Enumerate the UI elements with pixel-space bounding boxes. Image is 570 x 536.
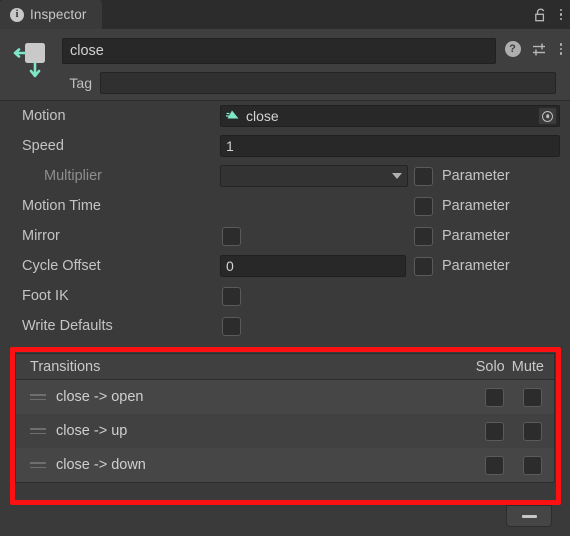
transition-name: close -> up <box>56 423 128 439</box>
transition-toggles <box>485 387 542 407</box>
transition-toggles <box>485 421 542 441</box>
parameter-label: Parameter <box>442 198 510 214</box>
multiplier-parameter-group: Parameter <box>414 166 510 186</box>
motion-time-parameter-checkbox[interactable] <box>414 196 433 216</box>
solo-checkbox[interactable] <box>485 455 504 475</box>
property-label: Motion <box>22 108 66 124</box>
cycle-offset-parameter-checkbox[interactable] <box>414 256 433 276</box>
table-row[interactable]: close -> down <box>16 448 554 482</box>
parameter-label: Parameter <box>442 228 510 244</box>
kebab-menu-icon[interactable] <box>559 43 562 55</box>
properties-list: Motion close Speed 1 Multiplier Paramete… <box>0 101 570 341</box>
transitions-column-headers: Solo Mute <box>476 359 544 375</box>
object-picker-button[interactable] <box>538 107 557 125</box>
object-name-input[interactable]: close <box>62 38 496 64</box>
speed-input[interactable]: 1 <box>220 135 560 157</box>
property-row-speed: Speed 1 <box>0 131 570 161</box>
property-row-cycle-offset: Cycle Offset 0 Parameter <box>0 251 570 281</box>
property-label: Speed <box>22 138 64 154</box>
transitions-panel: Transitions Solo Mute close -> open clos… <box>15 353 555 483</box>
unlock-icon[interactable] <box>534 7 548 23</box>
parameter-label: Parameter <box>442 168 510 184</box>
solo-checkbox[interactable] <box>485 421 504 441</box>
tab-inspector-label: Inspector <box>30 7 87 22</box>
mute-checkbox[interactable] <box>523 387 542 407</box>
tab-bar-actions <box>534 0 562 29</box>
mute-column-label: Mute <box>511 358 544 375</box>
write-defaults-checkbox[interactable] <box>222 316 241 336</box>
table-row[interactable]: close -> open <box>16 380 554 414</box>
property-label: Write Defaults <box>22 318 113 334</box>
remove-transition-button[interactable] <box>506 505 552 527</box>
header-actions: ? <box>504 41 562 57</box>
property-row-mirror: Mirror Parameter <box>0 221 570 251</box>
property-label: Foot IK <box>22 288 69 304</box>
drag-handle-icon[interactable] <box>30 428 46 434</box>
solo-column-label: Solo <box>475 358 505 375</box>
motion-object-field[interactable]: close <box>220 105 560 127</box>
table-row[interactable]: close -> up <box>16 414 554 448</box>
property-row-foot-ik: Foot IK <box>0 281 570 311</box>
property-label: Mirror <box>22 228 60 244</box>
tag-row: Tag <box>0 69 570 97</box>
speed-value: 1 <box>226 138 234 154</box>
multiplier-dropdown[interactable] <box>220 165 408 187</box>
property-label: Multiplier <box>44 168 103 184</box>
transition-toggles <box>485 455 542 475</box>
mirror-parameter-checkbox[interactable] <box>414 226 433 246</box>
property-row-motion-time: Motion Time Parameter <box>0 191 570 221</box>
solo-checkbox[interactable] <box>485 387 504 407</box>
cycle-offset-value: 0 <box>226 258 234 274</box>
motion-value: close <box>246 108 279 124</box>
tag-input[interactable] <box>100 72 556 94</box>
multiplier-parameter-checkbox[interactable] <box>414 166 433 186</box>
kebab-menu-icon[interactable] <box>559 8 562 21</box>
transitions-footer <box>0 505 570 536</box>
property-label: Cycle Offset <box>22 258 101 274</box>
motion-time-parameter-group: Parameter <box>414 196 510 216</box>
tab-inspector[interactable]: i Inspector <box>0 0 103 29</box>
property-row-motion: Motion close <box>0 101 570 131</box>
cycle-offset-parameter-group: Parameter <box>414 256 510 276</box>
transitions-title: Transitions <box>30 358 101 375</box>
drag-handle-icon[interactable] <box>30 394 46 400</box>
tag-label: Tag <box>69 75 92 91</box>
drag-handle-icon[interactable] <box>30 462 46 468</box>
transition-name: close -> open <box>56 389 144 405</box>
target-icon <box>542 110 553 122</box>
parameter-label: Parameter <box>442 258 510 274</box>
property-label: Motion Time <box>22 198 101 214</box>
minus-icon <box>521 514 537 518</box>
transition-name: close -> down <box>56 457 146 473</box>
mute-checkbox[interactable] <box>523 421 542 441</box>
foot-ik-checkbox[interactable] <box>222 286 241 306</box>
preset-sliders-icon[interactable] <box>532 42 549 57</box>
object-header: close ? Tag <box>0 29 570 101</box>
property-row-write-defaults: Write Defaults <box>0 311 570 341</box>
cycle-offset-input[interactable]: 0 <box>220 255 406 277</box>
info-icon: i <box>10 7 24 22</box>
inspector-window: i Inspector close ? Tag Motion close Spe… <box>0 0 570 536</box>
chevron-down-icon <box>392 173 402 179</box>
mirror-checkbox[interactable] <box>222 226 241 246</box>
transitions-header: Transitions Solo Mute <box>16 354 554 380</box>
animation-clip-icon <box>226 108 241 124</box>
mirror-parameter-group: Parameter <box>414 226 510 246</box>
property-row-multiplier: Multiplier Parameter <box>0 161 570 191</box>
object-name-value: close <box>70 43 104 59</box>
mute-checkbox[interactable] <box>523 455 542 475</box>
help-icon[interactable]: ? <box>504 41 521 57</box>
tab-bar: i Inspector <box>0 0 570 29</box>
